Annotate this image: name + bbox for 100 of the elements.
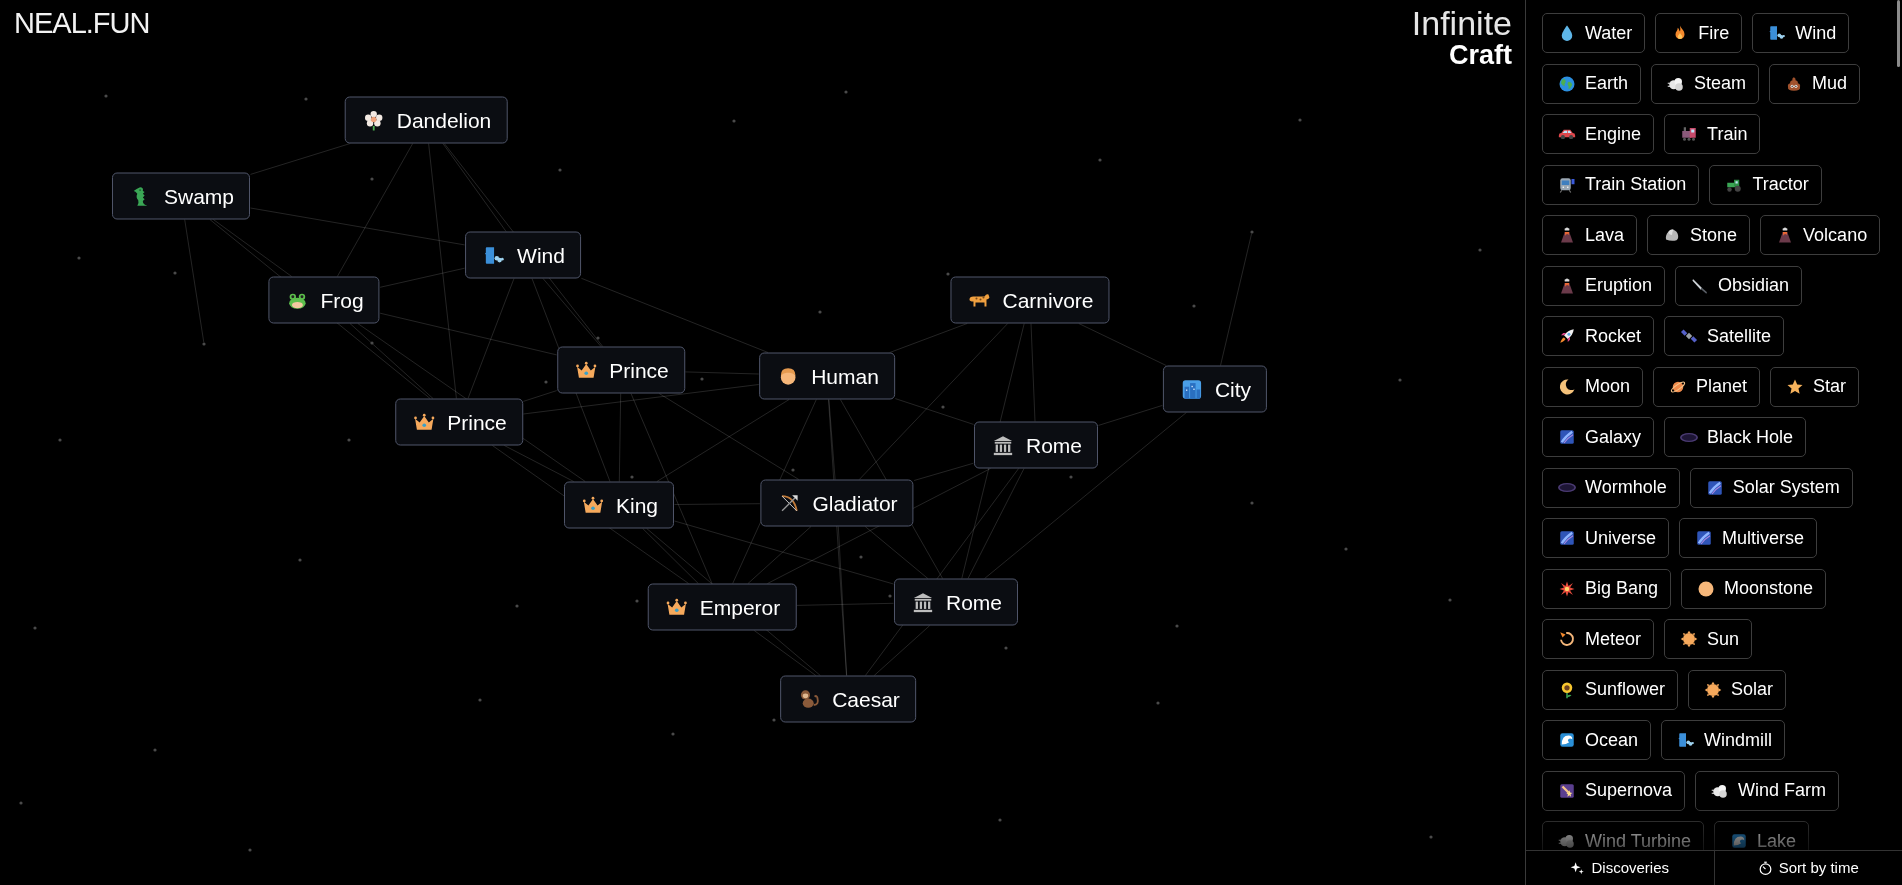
element-card[interactable]: Human (759, 352, 895, 400)
element-chip[interactable]: Wind Turbine (1542, 821, 1705, 850)
star-dot (844, 90, 848, 94)
element-chip[interactable]: Train (1664, 114, 1761, 154)
element-chip[interactable]: Water (1542, 13, 1646, 53)
element-chip[interactable]: Wind (1752, 13, 1850, 53)
element-card[interactable]: Emperor (647, 583, 797, 631)
star-dot (1448, 598, 1452, 602)
element-chip[interactable]: Multiverse (1679, 518, 1818, 558)
star-dot (1478, 248, 1482, 252)
element-chip[interactable]: Wormhole (1542, 467, 1680, 508)
wave-icon (1730, 832, 1749, 850)
element-chip[interactable]: Solar System (1689, 467, 1853, 508)
element-chip[interactable]: Sunflower (1542, 669, 1679, 710)
element-card[interactable]: Prince (557, 346, 685, 394)
element-chip[interactable]: Star (1770, 366, 1860, 407)
star-dot (596, 336, 600, 340)
element-card[interactable]: Dandelion (344, 96, 508, 144)
element-chip[interactable]: Earth (1542, 63, 1642, 104)
element-chip[interactable]: Galaxy (1542, 417, 1655, 457)
element-card[interactable]: Rome (974, 421, 1098, 469)
swirl-icon (1558, 630, 1576, 648)
element-chip[interactable]: Lava (1542, 215, 1638, 255)
element-chip[interactable]: Steam (1651, 63, 1760, 104)
star-dot (515, 604, 519, 608)
galaxy-icon (1558, 529, 1576, 547)
element-chip[interactable]: Tractor (1709, 164, 1822, 205)
star-dot (304, 97, 308, 101)
element-chip[interactable]: Sun (1664, 619, 1753, 659)
star-dot (630, 475, 634, 479)
face-blowing-icon (1768, 24, 1787, 42)
element-chip[interactable]: Satellite (1664, 316, 1785, 356)
star-dot (1175, 624, 1179, 628)
element-chip[interactable]: Moon (1542, 366, 1644, 407)
element-card[interactable]: City (1162, 365, 1268, 413)
star-dot (941, 405, 945, 409)
star-dot (1429, 835, 1433, 839)
element-card[interactable]: King (564, 481, 674, 529)
galaxy-icon (1558, 428, 1576, 446)
leopard-icon (968, 292, 991, 308)
element-card[interactable]: Carnivore (950, 276, 1110, 324)
element-chip[interactable]: Meteor (1542, 619, 1655, 659)
element-chip[interactable]: Planet (1653, 366, 1761, 407)
element-card[interactable]: Frog (268, 276, 380, 324)
star-dot (998, 818, 1002, 822)
element-chip[interactable]: Solar (1688, 669, 1787, 710)
element-chip[interactable]: Moonstone (1681, 568, 1827, 609)
element-chip[interactable]: Lake (1714, 821, 1810, 850)
star-dot (1298, 118, 1302, 122)
star-dot (77, 256, 81, 260)
element-card[interactable]: Caesar (780, 675, 916, 723)
footer-button[interactable]: Sort by time (1714, 851, 1902, 885)
crescent-moon-icon (1558, 377, 1576, 396)
element-card[interactable]: Prince (395, 398, 523, 446)
star-dot (370, 177, 374, 181)
star-dot (732, 119, 736, 123)
scrollbar-thumb[interactable] (1897, 0, 1900, 67)
element-chip[interactable]: Eruption (1542, 265, 1666, 306)
element-chip[interactable]: Windmill (1661, 720, 1786, 760)
element-chip[interactable]: Fire (1655, 13, 1743, 53)
star-dot (635, 599, 639, 603)
star-dot (1398, 378, 1402, 382)
satellite-icon (1680, 327, 1699, 345)
globe-icon (1558, 74, 1576, 93)
tram-icon (1558, 175, 1576, 194)
element-chip[interactable]: Engine (1542, 114, 1655, 154)
element-chip[interactable]: Big Bang (1542, 568, 1672, 609)
sun-icon (1704, 680, 1723, 699)
element-chip[interactable]: Universe (1542, 518, 1670, 558)
timer-icon (1757, 860, 1773, 876)
star-dot (173, 271, 177, 275)
element-chip[interactable]: Train Station (1542, 164, 1700, 205)
element-card[interactable]: Gladiator (760, 479, 914, 527)
site-logo[interactable]: NEAL.FUN (14, 9, 150, 38)
star-dot (1250, 230, 1254, 234)
star-dot (859, 555, 863, 559)
element-chip[interactable]: Supernova (1542, 770, 1686, 811)
element-chip[interactable]: Obsidian (1675, 265, 1803, 306)
cloud-puff-icon (1558, 832, 1576, 850)
element-chip[interactable]: Wind Farm (1695, 770, 1840, 811)
star-dot (1004, 646, 1008, 650)
element-card[interactable]: Swamp (112, 172, 250, 220)
element-chip[interactable]: Mud (1769, 63, 1861, 104)
star-dot (478, 698, 482, 702)
star-dot (544, 380, 548, 384)
star-dot (58, 438, 62, 442)
car-icon (1558, 128, 1576, 140)
disc-icon (1697, 579, 1716, 598)
footer-button[interactable]: Discoveries (1526, 851, 1715, 885)
face-blowing-icon (1677, 731, 1696, 749)
element-card[interactable]: Wind (465, 231, 581, 279)
element-chip[interactable]: Black Hole (1664, 417, 1807, 457)
element-chip[interactable]: Stone (1647, 215, 1751, 255)
face-blowing-icon (483, 244, 506, 266)
dark-hole-icon (1558, 483, 1576, 492)
element-chip[interactable]: Rocket (1542, 316, 1655, 356)
app-title-word: Infinite (1411, 5, 1512, 41)
element-card[interactable]: Rome (894, 578, 1018, 626)
element-chip[interactable]: Ocean (1542, 720, 1652, 760)
element-chip[interactable]: Volcano (1760, 215, 1881, 255)
